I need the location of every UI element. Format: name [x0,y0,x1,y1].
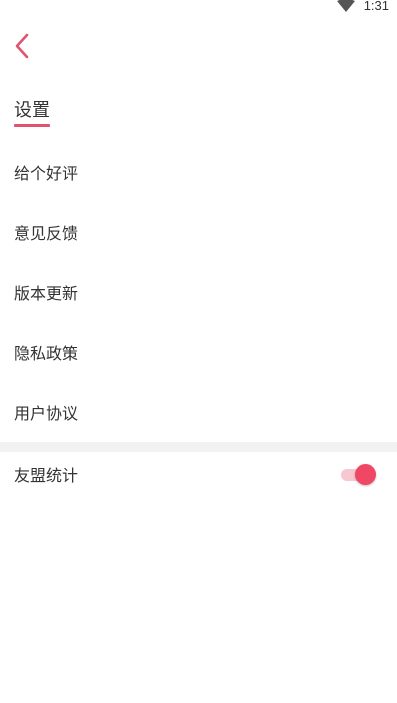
menu-item-agreement[interactable]: 用户协议 [0,382,397,442]
analytics-row: 友盟统计 [0,452,397,496]
menu-item-rate[interactable]: 给个好评 [0,142,397,202]
status-time: 1:31 [363,0,389,13]
chevron-left-icon [15,33,29,59]
menu-item-update[interactable]: 版本更新 [0,262,397,322]
menu-item-privacy[interactable]: 隐私政策 [0,322,397,382]
settings-menu: 给个好评 意见反馈 版本更新 隐私政策 用户协议 [0,142,397,442]
back-button[interactable] [8,30,36,62]
status-bar: 1:31 [0,0,397,14]
toggle-knob [355,464,376,485]
analytics-toggle[interactable] [341,464,376,485]
page-title: 设置 [14,100,50,121]
title-underline [14,124,50,127]
analytics-label: 友盟统计 [14,466,79,485]
section-divider [0,442,397,452]
wifi-icon [337,0,355,12]
menu-item-feedback[interactable]: 意见反馈 [0,202,397,262]
